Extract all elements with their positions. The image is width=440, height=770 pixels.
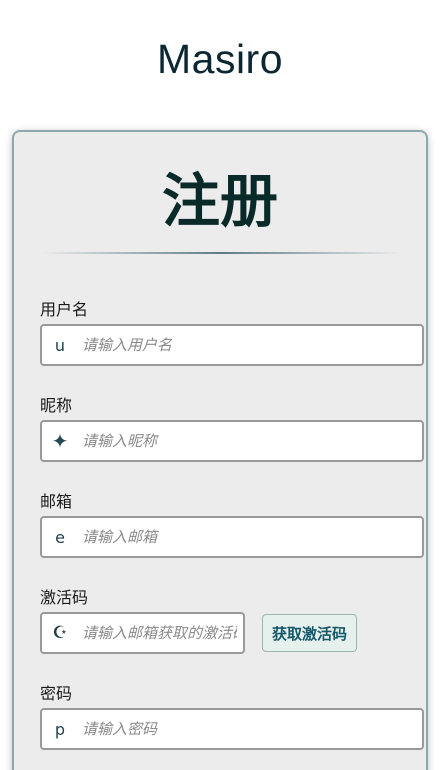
- sparkle-icon: ✦: [51, 429, 69, 453]
- moon-icon: ☪: [52, 623, 68, 643]
- nickname-label: 昵称: [40, 396, 73, 415]
- user-icon: u: [54, 335, 66, 355]
- get-activation-code-button[interactable]: 获取激活码: [262, 614, 358, 652]
- username-input[interactable]: [78, 336, 422, 354]
- email-input[interactable]: [78, 528, 422, 546]
- nickname-input[interactable]: [78, 432, 422, 450]
- password-field[interactable]: p: [40, 708, 424, 750]
- app-title: Masiro: [156, 36, 284, 82]
- form-title: 注册: [161, 167, 278, 235]
- activation-code-label: 激活码: [40, 588, 89, 607]
- register-page: Masiro 注册 用户名 u 昵称 ✦ 邮箱 e 激活码 ☪ 获取激活码 密码: [0, 0, 440, 770]
- nickname-field[interactable]: ✦: [40, 420, 424, 462]
- username-label: 用户名: [40, 300, 89, 319]
- email-icon: e: [55, 527, 65, 547]
- email-label: 邮箱: [40, 492, 73, 511]
- password-label: 密码: [40, 684, 73, 703]
- activation-code-field[interactable]: ☪: [40, 612, 245, 654]
- username-field[interactable]: u: [40, 324, 424, 366]
- title-divider: [42, 252, 402, 254]
- register-card: 注册 用户名 u 昵称 ✦ 邮箱 e 激活码 ☪ 获取激活码 密码 p: [12, 130, 428, 770]
- email-field[interactable]: e: [40, 516, 424, 558]
- password-icon: p: [54, 719, 66, 739]
- password-input[interactable]: [78, 720, 422, 738]
- activation-code-input[interactable]: [78, 624, 243, 642]
